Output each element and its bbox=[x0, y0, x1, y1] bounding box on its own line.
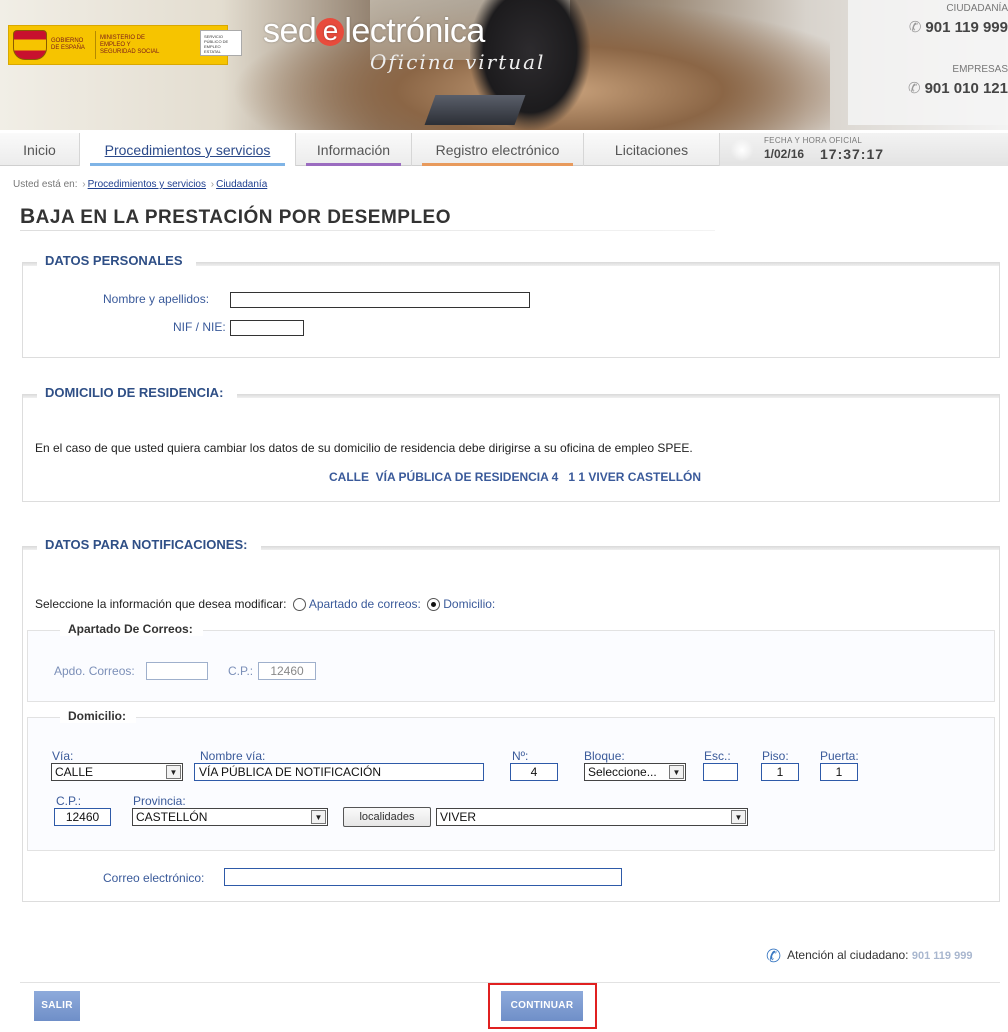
localidad-select[interactable]: VIVER ▼ bbox=[436, 808, 748, 826]
domicilio-residencia-legend: DOMICILIO DE RESIDENCIA: bbox=[37, 385, 238, 400]
breadcrumb-prefix: Usted está en: bbox=[13, 179, 78, 190]
coat-of-arms-icon bbox=[13, 30, 47, 60]
tab-registro[interactable]: Registro electrónico bbox=[412, 133, 584, 166]
esc-input[interactable] bbox=[703, 763, 738, 781]
chevron-down-icon: ▼ bbox=[311, 810, 326, 824]
domicilio-residencia-section: DOMICILIO DE RESIDENCIA: En el caso de q… bbox=[22, 385, 1000, 502]
salir-button[interactable]: SALIR bbox=[34, 991, 80, 1021]
bloque-select[interactable]: Seleccione... ▼ bbox=[584, 763, 686, 781]
official-date: 1/02/16 bbox=[764, 147, 805, 161]
via-label: Vía: bbox=[52, 749, 74, 763]
email-label: Correo electrónico: bbox=[103, 871, 205, 885]
site-name-e-icon: e bbox=[316, 17, 345, 46]
atencion-ciudadano: ✆ Atención al ciudadano: 901 119 999 bbox=[766, 946, 972, 967]
datetime-label: FECHA Y HORA OFICIAL bbox=[764, 136, 863, 145]
apdo-cp-input[interactable]: 12460 bbox=[258, 662, 316, 680]
gobierno-text: GOBIERNO DE ESPAÑA bbox=[51, 38, 85, 51]
breadcrumb-procedimientos[interactable]: Procedimientos y servicios bbox=[88, 179, 206, 190]
continuar-button[interactable]: CONTINUAR bbox=[501, 991, 583, 1021]
localidades-button[interactable]: localidades bbox=[343, 807, 431, 827]
select-prompt: Seleccione la información que desea modi… bbox=[35, 597, 496, 611]
apartado-legend: Apartado De Correos: bbox=[60, 622, 203, 636]
main-nav: Inicio Procedimientos y servicios Inform… bbox=[0, 133, 1008, 166]
piso-input[interactable]: 1 bbox=[761, 763, 799, 781]
site-logo[interactable]: sed e lectrónica bbox=[263, 12, 485, 51]
nombre-via-label: Nombre vía: bbox=[200, 749, 266, 763]
chevron-right-icon: › bbox=[210, 179, 215, 190]
breadcrumb: Usted está en: › Procedimientos y servici… bbox=[13, 179, 267, 190]
atencion-phone: 901 119 999 bbox=[911, 950, 973, 962]
nif-label: NIF / NIE: bbox=[173, 320, 226, 334]
puerta-label: Puerta: bbox=[820, 749, 859, 763]
radio-apartado[interactable] bbox=[292, 598, 306, 611]
site-subtitle: Oficina virtual bbox=[370, 50, 546, 74]
phone-icon: ✆ bbox=[908, 19, 922, 36]
option-apartado-label: Apartado de correos: bbox=[308, 597, 421, 611]
tab-procedimientos[interactable]: Procedimientos y servicios bbox=[80, 133, 296, 166]
official-time: 17:37:17 bbox=[820, 146, 885, 162]
ciudadania-label: CIUDADANÍA bbox=[946, 3, 1008, 14]
piso-label: Piso: bbox=[762, 749, 789, 763]
apartado-subsection: Apartado De Correos: Apdo. Correos: C.P.… bbox=[27, 622, 995, 702]
bloque-label: Bloque: bbox=[584, 749, 625, 763]
apdo-cp-label: C.P.: bbox=[228, 664, 254, 678]
page-title: BAJA EN LA PRESTACIÓN POR DESEMPLEO bbox=[20, 205, 452, 228]
esc-label: Esc.: bbox=[704, 749, 731, 763]
empresas-phone: ✆ 901 010 121 bbox=[908, 80, 1008, 97]
phone-icon: ✆ bbox=[908, 80, 921, 97]
via-select[interactable]: CALLE ▼ bbox=[51, 763, 183, 781]
nombre-via-input[interactable]: VÍA PÚBLICA DE NOTIFICACIÓN bbox=[194, 763, 484, 781]
site-name-post: lectrónica bbox=[344, 12, 485, 50]
sparkle-icon bbox=[728, 137, 756, 163]
puerta-input[interactable]: 1 bbox=[820, 763, 858, 781]
domicilio-subsection: Domicilio: Vía: CALLE ▼ Nombre vía: VÍA P… bbox=[27, 709, 995, 851]
dom-cp-input[interactable]: 12460 bbox=[54, 808, 111, 826]
ciudadania-phone: ✆ 901 119 999 bbox=[908, 19, 1008, 36]
atencion-label: Atención al ciudadano: bbox=[787, 948, 909, 962]
tab-inicio[interactable]: Inicio bbox=[0, 133, 80, 166]
chevron-down-icon: ▼ bbox=[166, 765, 181, 779]
notificaciones-legend: DATOS PARA NOTIFICACIONES: bbox=[37, 537, 262, 552]
title-divider bbox=[20, 230, 715, 231]
nombre-label: Nombre y apellidos: bbox=[103, 292, 210, 306]
provincia-select[interactable]: CASTELLÓN ▼ bbox=[132, 808, 328, 826]
notificaciones-section: DATOS PARA NOTIFICACIONES: Seleccione la… bbox=[22, 537, 1000, 902]
spee-logo: SERVICIO PÚBLICO DE EMPLEO ESTATAL bbox=[200, 30, 242, 56]
header-banner: GOBIERNO DE ESPAÑA MINISTERIO DE EMPLEO … bbox=[0, 0, 1008, 130]
provincia-label: Provincia: bbox=[133, 794, 186, 808]
domicilio-note: En el caso de que usted quiera cambiar l… bbox=[35, 441, 693, 455]
site-name-pre: sed bbox=[263, 12, 317, 50]
domicilio-legend: Domicilio: bbox=[60, 709, 137, 723]
option-domicilio-label: Domicilio: bbox=[443, 597, 496, 611]
dom-cp-label: C.P.: bbox=[56, 794, 82, 808]
apdo-label: Apdo. Correos: bbox=[54, 664, 135, 678]
datos-personales-legend: DATOS PERSONALES bbox=[37, 253, 197, 268]
contact-phones: CIUDADANÍA ✆ 901 119 999 EMPRESAS ✆ 901 01… bbox=[848, 0, 1008, 125]
official-datetime: FECHA Y HORA OFICIAL 1/02/16 17:37:17 bbox=[720, 133, 1008, 166]
nif-value bbox=[230, 320, 304, 336]
empresas-label: EMPRESAS bbox=[952, 64, 1008, 75]
chevron-down-icon: ▼ bbox=[731, 810, 746, 824]
residence-address: CALLE VÍA PÚBLICA DE RESIDENCIA 4 1 1 VI… bbox=[329, 470, 702, 484]
banner-photo-laptop bbox=[424, 95, 526, 125]
phone-icon: ✆ bbox=[766, 946, 782, 966]
chevron-down-icon: ▼ bbox=[669, 765, 684, 779]
num-label: Nº: bbox=[512, 749, 529, 763]
ministerio-text: MINISTERIO DE EMPLEO Y SEGURIDAD SOCIAL bbox=[100, 34, 160, 55]
datos-personales-section: DATOS PERSONALES Nombre y apellidos: NIF… bbox=[22, 253, 1000, 358]
nombre-value bbox=[230, 292, 530, 308]
gobierno-logo: GOBIERNO DE ESPAÑA MINISTERIO DE EMPLEO … bbox=[8, 25, 228, 65]
tab-informacion[interactable]: Información bbox=[296, 133, 412, 166]
email-input[interactable] bbox=[224, 868, 622, 886]
tab-licitaciones[interactable]: Licitaciones bbox=[584, 133, 720, 166]
radio-domicilio[interactable] bbox=[427, 598, 441, 611]
apdo-input[interactable] bbox=[146, 662, 208, 680]
breadcrumb-ciudadania[interactable]: Ciudadanía bbox=[216, 179, 267, 190]
num-input[interactable]: 4 bbox=[510, 763, 558, 781]
chevron-right-icon: › bbox=[82, 179, 86, 190]
